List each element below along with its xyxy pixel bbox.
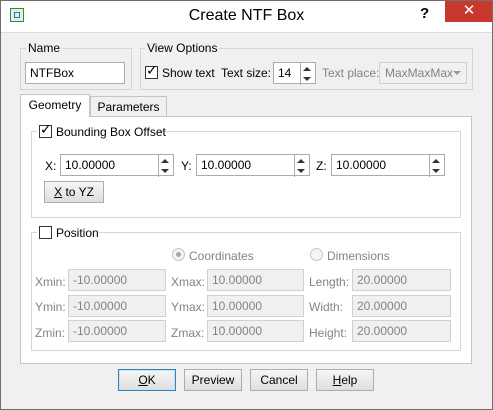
text-size-spinbox[interactable]: 14 <box>273 62 316 85</box>
length-field[interactable]: 20.00000 <box>352 269 451 291</box>
dimensions-label: Dimensions <box>327 249 390 263</box>
coordinates-label: Coordinates <box>189 249 254 263</box>
position-checkbox[interactable] <box>39 226 52 239</box>
length-label: Length: <box>309 275 350 289</box>
width-label: Width: <box>309 300 344 314</box>
x-to-yz-label: to YZ <box>62 185 94 199</box>
ymax-field[interactable]: 10.00000 <box>207 295 304 317</box>
bbox-offset-checkbox[interactable] <box>39 122 52 138</box>
text-size-label: Text size: <box>221 66 272 80</box>
zmax-field[interactable]: 10.00000 <box>207 320 304 342</box>
z-offset-spinbox[interactable]: 10.00000 <box>331 154 445 177</box>
zmax-label: Zmax: <box>171 326 205 340</box>
z-offset-value: 10.00000 <box>336 158 387 172</box>
height-label: Height: <box>309 326 348 340</box>
xmax-label: Xmax: <box>171 275 206 289</box>
tab-parameters[interactable]: Parameters <box>90 96 167 118</box>
bbox-offset-label: Bounding Box Offset <box>56 125 166 139</box>
show-text-checkbox[interactable] <box>145 63 158 79</box>
z-offset-label: Z: <box>316 159 327 173</box>
y-offset-value: 10.00000 <box>201 158 252 172</box>
help-label: elp <box>341 373 358 387</box>
help-icon[interactable]: ? <box>420 5 429 22</box>
x-to-yz-mnemonic: X <box>54 185 63 199</box>
y-offset-spinbox[interactable]: 10.00000 <box>196 154 310 177</box>
cancel-button[interactable]: Cancel <box>250 369 308 391</box>
ok-mnemonic: O <box>138 373 148 387</box>
xmin-label: Xmin: <box>35 275 66 289</box>
chevron-down-icon <box>453 71 461 75</box>
tab-geometry[interactable]: Geometry <box>20 94 90 117</box>
text-size-value: 14 <box>278 66 292 80</box>
x-offset-label: X: <box>45 159 57 173</box>
show-text-label: Show text <box>162 66 215 80</box>
ymax-label: Ymax: <box>171 300 206 314</box>
y-offset-stepper[interactable] <box>294 155 309 177</box>
width-field[interactable]: 20.00000 <box>352 295 451 317</box>
ok-button[interactable]: OK <box>118 369 176 391</box>
z-offset-stepper[interactable] <box>429 155 444 177</box>
x-offset-stepper[interactable] <box>158 155 173 177</box>
x-to-yz-button[interactable]: X to YZ <box>44 181 104 203</box>
x-offset-spinbox[interactable]: 10.00000 <box>60 154 174 177</box>
dimensions-radio[interactable] <box>310 248 323 261</box>
coordinates-radio[interactable] <box>172 248 185 261</box>
xmax-field[interactable]: 10.00000 <box>207 269 304 291</box>
text-size-stepper[interactable] <box>300 63 315 85</box>
preview-button[interactable]: Preview <box>184 369 242 391</box>
name-input[interactable]: NTFBox <box>25 62 125 84</box>
help-button[interactable]: Help <box>316 369 374 391</box>
ymin-field[interactable]: -10.00000 <box>68 295 166 317</box>
name-group-legend: Name <box>26 41 63 55</box>
close-icon[interactable]: ✕ <box>445 0 493 22</box>
text-place-label: Text place: <box>322 66 380 80</box>
x-offset-value: 10.00000 <box>65 158 116 172</box>
text-place-value: MaxMaxMax <box>385 66 454 80</box>
text-place-dropdown[interactable]: MaxMaxMax <box>379 62 467 84</box>
height-field[interactable]: 20.00000 <box>352 320 451 342</box>
zmin-label: Zmin: <box>35 326 65 340</box>
title-bar: Create NTF Box ? ✕ <box>0 0 493 33</box>
ok-label: K <box>147 373 156 387</box>
position-label: Position <box>56 226 99 240</box>
y-offset-label: Y: <box>181 159 192 173</box>
zmin-field[interactable]: -10.00000 <box>68 320 166 342</box>
ymin-label: Ymin: <box>35 300 66 314</box>
view-options-legend: View Options <box>145 41 220 55</box>
xmin-field[interactable]: -10.00000 <box>68 269 166 291</box>
